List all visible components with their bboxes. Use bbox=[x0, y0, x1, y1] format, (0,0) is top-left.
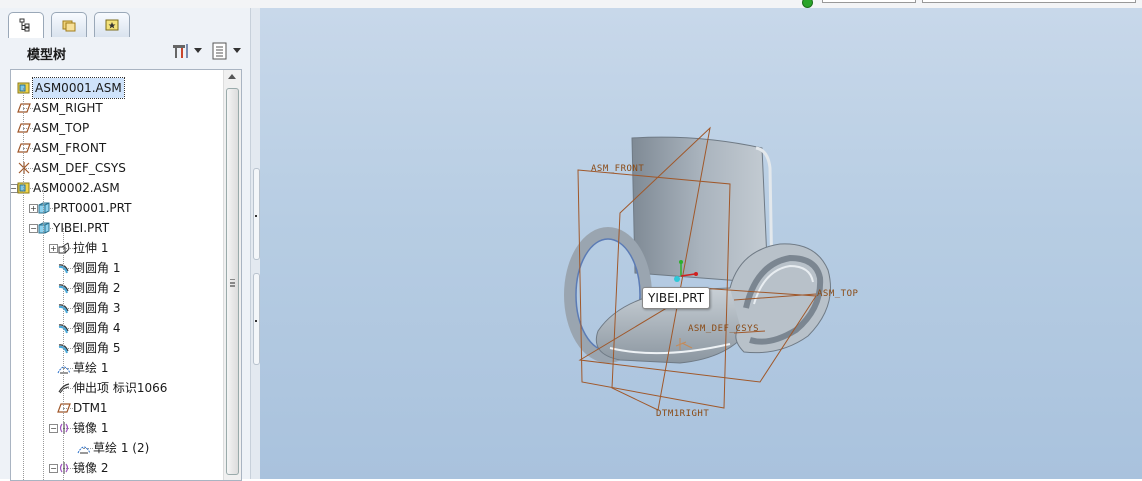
tree-guide-line bbox=[43, 188, 44, 480]
round-icon bbox=[57, 301, 71, 315]
panel-title: 模型树 bbox=[27, 48, 67, 63]
tree-item-label: ASM0001.ASM bbox=[32, 77, 125, 99]
tree-show-button[interactable] bbox=[211, 42, 241, 60]
tree-scrollbar[interactable] bbox=[223, 70, 241, 480]
coordinate-system-icon bbox=[17, 161, 31, 175]
tree-item[interactable]: ASM_DEF_CSYS bbox=[11, 158, 221, 178]
chair-right-armrest[interactable] bbox=[729, 243, 831, 354]
datum-label-csys[interactable]: ASM_DEF_CSYS bbox=[688, 324, 759, 334]
datum-label-right[interactable]: DTM1RIGHT bbox=[656, 409, 709, 419]
filter-dropdown[interactable] bbox=[822, 0, 916, 3]
round-icon bbox=[57, 261, 71, 275]
folder-browser-icon bbox=[62, 20, 76, 32]
model-tree-header: 模型树 bbox=[0, 38, 250, 66]
round-icon bbox=[57, 341, 71, 355]
assembly-icon bbox=[17, 81, 31, 95]
tree-item-label: 倒圆角 1 bbox=[73, 261, 121, 275]
preselection-tooltip: YIBEI.PRT bbox=[642, 287, 711, 309]
tree-guide-line bbox=[23, 88, 24, 480]
sketch-icon bbox=[57, 361, 71, 375]
chevron-down-icon bbox=[233, 48, 241, 53]
datum-plane-icon bbox=[17, 141, 31, 155]
selection-filter-dropdown[interactable] bbox=[922, 0, 1136, 3]
chevron-down-icon bbox=[194, 48, 202, 53]
mirror-icon bbox=[57, 421, 71, 435]
tree-item[interactable]: ASM_RIGHT bbox=[11, 98, 221, 118]
round-icon bbox=[57, 281, 71, 295]
tab-favorites[interactable] bbox=[94, 12, 130, 37]
part-icon bbox=[37, 221, 51, 235]
tree-settings-button[interactable] bbox=[172, 42, 202, 60]
tree-item-label: 草绘 1 (2) bbox=[93, 441, 150, 455]
tree-guide-line bbox=[63, 228, 64, 480]
favorites-icon bbox=[105, 19, 119, 31]
navigator-panel: 模型树 ASM0001.ASM ASM_RIGHT ASM_TOP ASM_FRONT… bbox=[0, 8, 250, 481]
datum-plane-icon bbox=[17, 101, 31, 115]
tree-item-label: DTM1 bbox=[73, 401, 108, 415]
tree-item-label: ASM_RIGHT bbox=[33, 101, 103, 115]
splitter-grip-dot bbox=[255, 320, 257, 322]
model-tree: ASM0001.ASM ASM_RIGHT ASM_TOP ASM_FRONT ASM_… bbox=[10, 69, 242, 481]
datum-plane-icon bbox=[17, 121, 31, 135]
tree-item-label: 拉伸 1 bbox=[73, 241, 109, 255]
tree-item-label: 镜像 1 bbox=[73, 421, 109, 435]
tree-item-label: 草绘 1 bbox=[73, 361, 109, 375]
splitter-handle-upper[interactable] bbox=[253, 168, 260, 260]
round-icon bbox=[57, 321, 71, 335]
tree-item-label: ASM_FRONT bbox=[33, 141, 107, 155]
tree-item-label: 镜像 2 bbox=[73, 461, 109, 475]
tree-item-label: YIBEI.PRT bbox=[53, 221, 110, 235]
tree-item-label: 倒圆角 2 bbox=[73, 281, 121, 295]
tree-item-label: PRT0001.PRT bbox=[53, 201, 132, 215]
assembly-icon bbox=[17, 181, 31, 195]
graphics-viewport[interactable]: ASM_FRONT ASM_TOP DTM1RIGHT ASM_DEF_CSYS… bbox=[260, 8, 1142, 479]
tree-item-label: ASM_DEF_CSYS bbox=[33, 161, 126, 175]
tree-item-label: 倒圆角 3 bbox=[73, 301, 121, 315]
splitter-grip-dot bbox=[255, 215, 257, 217]
splitter-handle-lower[interactable] bbox=[253, 273, 260, 365]
tree-item-label: 伸出项 标识1066 bbox=[73, 381, 168, 395]
scroll-up-icon[interactable] bbox=[228, 74, 236, 79]
settings-tools-icon bbox=[173, 44, 188, 58]
status-ok-icon bbox=[802, 0, 813, 8]
mirror-icon bbox=[57, 461, 71, 475]
tree-item-label: ASM_TOP bbox=[33, 121, 90, 135]
datum-label-top[interactable]: ASM_TOP bbox=[817, 289, 858, 299]
tree-item[interactable]: ASM_TOP bbox=[11, 118, 221, 138]
datum-plane-icon bbox=[57, 401, 71, 415]
tree-item[interactable]: ASM_FRONT bbox=[11, 138, 221, 158]
extrude-icon bbox=[57, 241, 71, 255]
tab-model-tree[interactable] bbox=[8, 12, 44, 38]
protrusion-icon bbox=[57, 381, 71, 395]
scrollbar-thumb[interactable] bbox=[226, 88, 239, 475]
show-list-icon bbox=[212, 42, 227, 60]
model-tree-icon bbox=[19, 18, 30, 32]
tree-item-label: ASM0002.ASM bbox=[33, 181, 120, 195]
tree-item[interactable]: ASM0001.ASM bbox=[11, 77, 221, 99]
top-toolbar-strip bbox=[0, 0, 1142, 8]
datum-label-front[interactable]: ASM_FRONT bbox=[591, 164, 644, 174]
tree-item-label: 倒圆角 5 bbox=[73, 341, 121, 355]
tab-folder-browser[interactable] bbox=[51, 12, 87, 37]
tree-item-label: 倒圆角 4 bbox=[73, 321, 121, 335]
sketch-icon bbox=[77, 441, 91, 455]
part-icon bbox=[37, 201, 51, 215]
